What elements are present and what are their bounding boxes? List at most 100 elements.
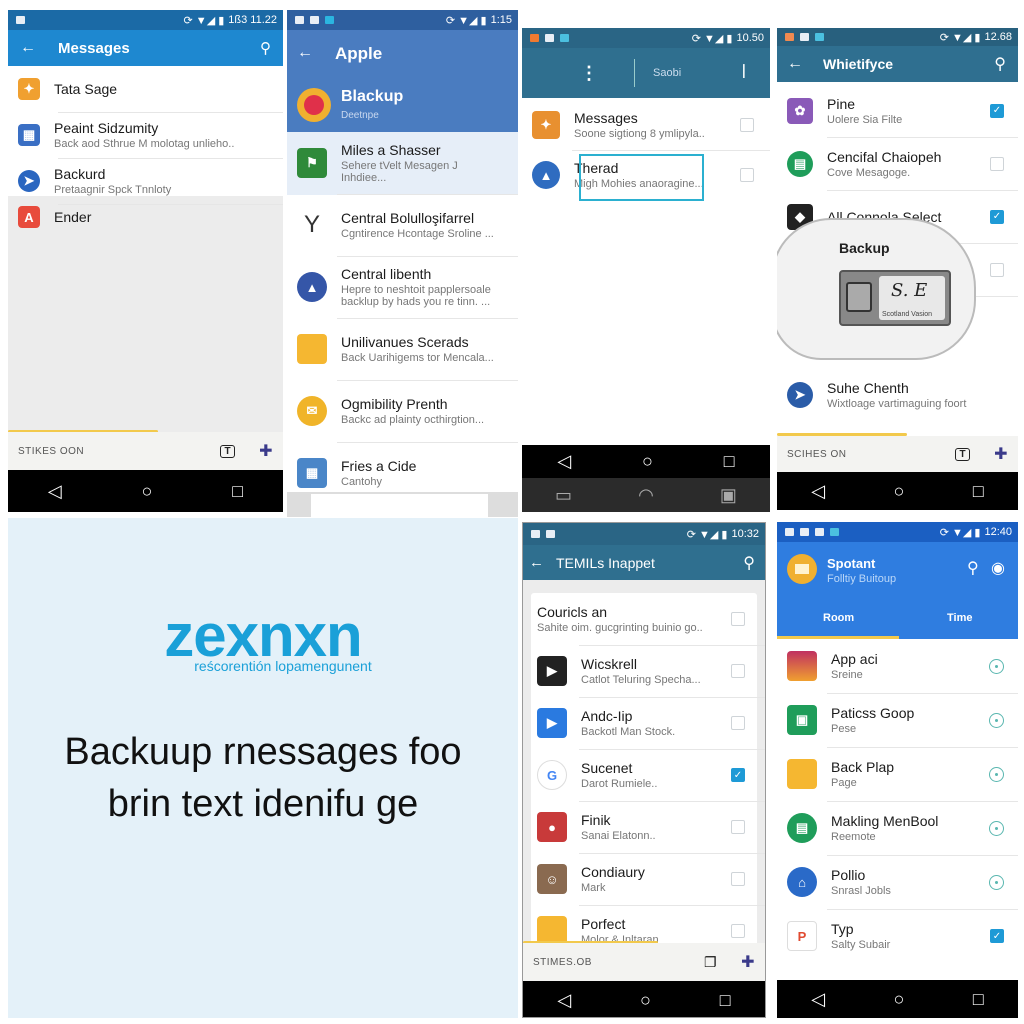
item-subtitle: Darot Rumiele.. <box>581 778 658 790</box>
checkbox[interactable] <box>731 872 745 886</box>
list-item[interactable]: ✦ Tata Sage <box>8 66 283 112</box>
list-item[interactable]: ▤ Cencifal Chaiopeh Cove Mesagoge. <box>777 137 1018 190</box>
play-icon: ▶ <box>537 708 567 738</box>
list-item[interactable]: Unilivanues Scerads Back Uarihigems tor M… <box>287 318 518 380</box>
checkbox[interactable] <box>731 612 745 626</box>
recents-icon[interactable]: □ <box>973 989 984 1010</box>
recents-icon[interactable]: □ <box>724 451 735 472</box>
back-icon[interactable]: ◁ <box>48 481 62 502</box>
item-subtitle: Mark <box>581 882 606 894</box>
item-subtitle: Cove Mesagoge. <box>827 166 911 179</box>
copy-icon[interactable]: ❐ <box>704 954 717 971</box>
list-item[interactable]: ▶ Andc-Iip Backotl Man Stock. <box>523 697 765 749</box>
checkbox[interactable]: ✓ <box>990 103 1004 118</box>
list-item[interactable]: ▤ Makling MenBool Reemote <box>777 801 1018 855</box>
back-icon[interactable]: ◁ <box>557 990 571 1011</box>
item-title: Tata Sage <box>54 81 118 97</box>
text-icon[interactable]: T <box>955 447 971 461</box>
list-item[interactable]: Y Central Bolulloşifarrel Cgntirence Hcont… <box>287 194 518 256</box>
checkbox[interactable] <box>731 716 745 730</box>
list-item[interactable]: ⚑ Miles a Shasser Sehere tVelt Mesagen J I… <box>287 132 518 194</box>
item-text: Andc-Iip Backotl Man Stock. <box>581 708 731 738</box>
recents-icon[interactable]: □ <box>973 481 984 502</box>
mic-icon[interactable]: ꟾ <box>742 64 746 82</box>
list-item[interactable]: A Ender <box>8 202 283 232</box>
globe-icon[interactable]: ✚ <box>259 441 273 461</box>
back-icon[interactable]: ◁ <box>811 481 825 502</box>
radio-button[interactable] <box>989 658 1004 674</box>
app-icon: A <box>18 206 40 228</box>
header-item-sub: Deetnpe <box>341 110 379 121</box>
globe-icon[interactable]: ✚ <box>994 444 1008 464</box>
back-icon[interactable]: ◁ <box>557 451 571 472</box>
triangle-icon: ▲ <box>297 272 327 302</box>
list-item[interactable]: ⌂ Pollio Snrasl Jobls <box>777 855 1018 909</box>
eye-icon[interactable]: ◉ <box>991 558 1005 578</box>
list-item[interactable]: ● Finik Sanai Elatonn.. <box>523 801 765 853</box>
checkbox[interactable] <box>740 168 754 182</box>
list-item[interactable]: ▲ Central libenth Hepre to neshtoit papple… <box>287 256 518 318</box>
list-item[interactable]: ✦ Messages Soone sigtiong 8 ymlipyla.. <box>522 100 770 150</box>
home-icon[interactable]: ○ <box>894 989 905 1010</box>
home-icon[interactable]: ○ <box>642 451 653 472</box>
list-item[interactable]: ▣ Paticss Goop Pese <box>777 693 1018 747</box>
list-item[interactable]: ✿ Pine Uolere Sia Filte ✓ <box>777 84 1018 137</box>
panel-inappet: ⟳ ▼◢ ▮ 10:32 ← TEMILs Inappet ⚲ Couricls … <box>522 522 766 1018</box>
home-icon[interactable]: ○ <box>640 990 651 1011</box>
list-item[interactable]: ➤ Suhe Chenth Wixtloage vartimaguing foort <box>777 368 1018 421</box>
back-arrow-icon[interactable]: ← <box>20 39 36 57</box>
tab-time[interactable]: Time <box>947 612 972 624</box>
home-icon[interactable]: ○ <box>142 481 153 502</box>
list-item[interactable]: Back Plap Page <box>777 747 1018 801</box>
radio-button[interactable] <box>989 820 1004 836</box>
backup-popup[interactable]: Backup S. E Scotland Vasion <box>777 218 976 360</box>
text-icon[interactable]: T <box>220 444 236 458</box>
list-item[interactable]: G Sucenet Darot Rumiele.. ✓ <box>523 749 765 801</box>
search-icon[interactable]: ⚲ <box>967 558 979 578</box>
back-arrow-icon[interactable]: ← <box>787 55 803 73</box>
gallery-icon[interactable]: ▭ <box>555 485 572 506</box>
more-menu-icon[interactable]: ⋮ <box>580 63 598 84</box>
back-arrow-icon[interactable]: ← <box>297 44 313 62</box>
home-icon[interactable]: ○ <box>894 481 905 502</box>
nav-bar: ◁ ○ □ <box>523 981 765 1017</box>
list-item[interactable]: P Typ Salty Subair ✓ <box>777 909 1018 963</box>
search-icon[interactable]: ⚲ <box>994 54 1006 74</box>
checkbox[interactable] <box>731 924 745 938</box>
list-item[interactable]: ✉ Ogmibility Prenth Backc ad plainty octhi… <box>287 380 518 442</box>
checkbox[interactable]: ✓ <box>731 768 745 782</box>
back-icon[interactable]: ◁ <box>811 989 825 1010</box>
checkbox[interactable] <box>740 118 754 132</box>
checkbox[interactable] <box>731 820 745 834</box>
radio-button[interactable] <box>989 766 1004 782</box>
checkbox[interactable] <box>990 262 1004 277</box>
tab-room[interactable]: Room <box>823 612 854 624</box>
clipboard-icon[interactable]: ▣ <box>720 485 737 506</box>
search-icon[interactable]: ⚲ <box>743 553 755 573</box>
refresh-icon[interactable]: ◠ <box>638 485 654 506</box>
list-item[interactable]: ▶ Wicskrell Catlot Teluring Specha... <box>523 645 765 697</box>
header: Spotant Folltiy Buitoup ⚲ ◉ Room Time <box>777 542 1018 639</box>
list-item[interactable]: ▦ Peaint Sidzumity Back aod Sthrue M molot… <box>8 112 283 158</box>
recents-icon[interactable]: □ <box>232 481 243 502</box>
header-item-title[interactable]: Blackup <box>341 88 403 106</box>
list-item[interactable]: App aci Sreine <box>777 639 1018 693</box>
list-item[interactable]: ➤ Backurd Pretaagnir Spck Tnnloty <box>8 158 283 204</box>
list-item[interactable]: Couricls an Sahite oim. gucgrinting buini… <box>523 593 765 645</box>
radio-button[interactable] <box>989 874 1004 890</box>
checkbox[interactable]: ✓ <box>990 209 1004 224</box>
status-time: 12.68 <box>984 31 1012 43</box>
recents-icon[interactable]: □ <box>720 990 731 1011</box>
checkbox[interactable]: ✓ <box>990 929 1004 943</box>
list-item[interactable]: ☺ Condiaury Mark <box>523 853 765 905</box>
search-icon[interactable]: ⚲ <box>260 39 271 57</box>
item-subtitle: Pese <box>831 723 857 735</box>
globe-icon[interactable]: ✚ <box>741 952 755 972</box>
search-field[interactable]: Saobi <box>653 67 681 79</box>
item-title: Central libenth <box>341 266 432 282</box>
checkbox[interactable] <box>990 156 1004 171</box>
radio-button[interactable] <box>989 712 1004 728</box>
checkbox[interactable] <box>731 664 745 678</box>
card-caption: Scotland Vasion <box>882 311 933 318</box>
back-arrow-icon[interactable]: ← <box>529 554 544 571</box>
